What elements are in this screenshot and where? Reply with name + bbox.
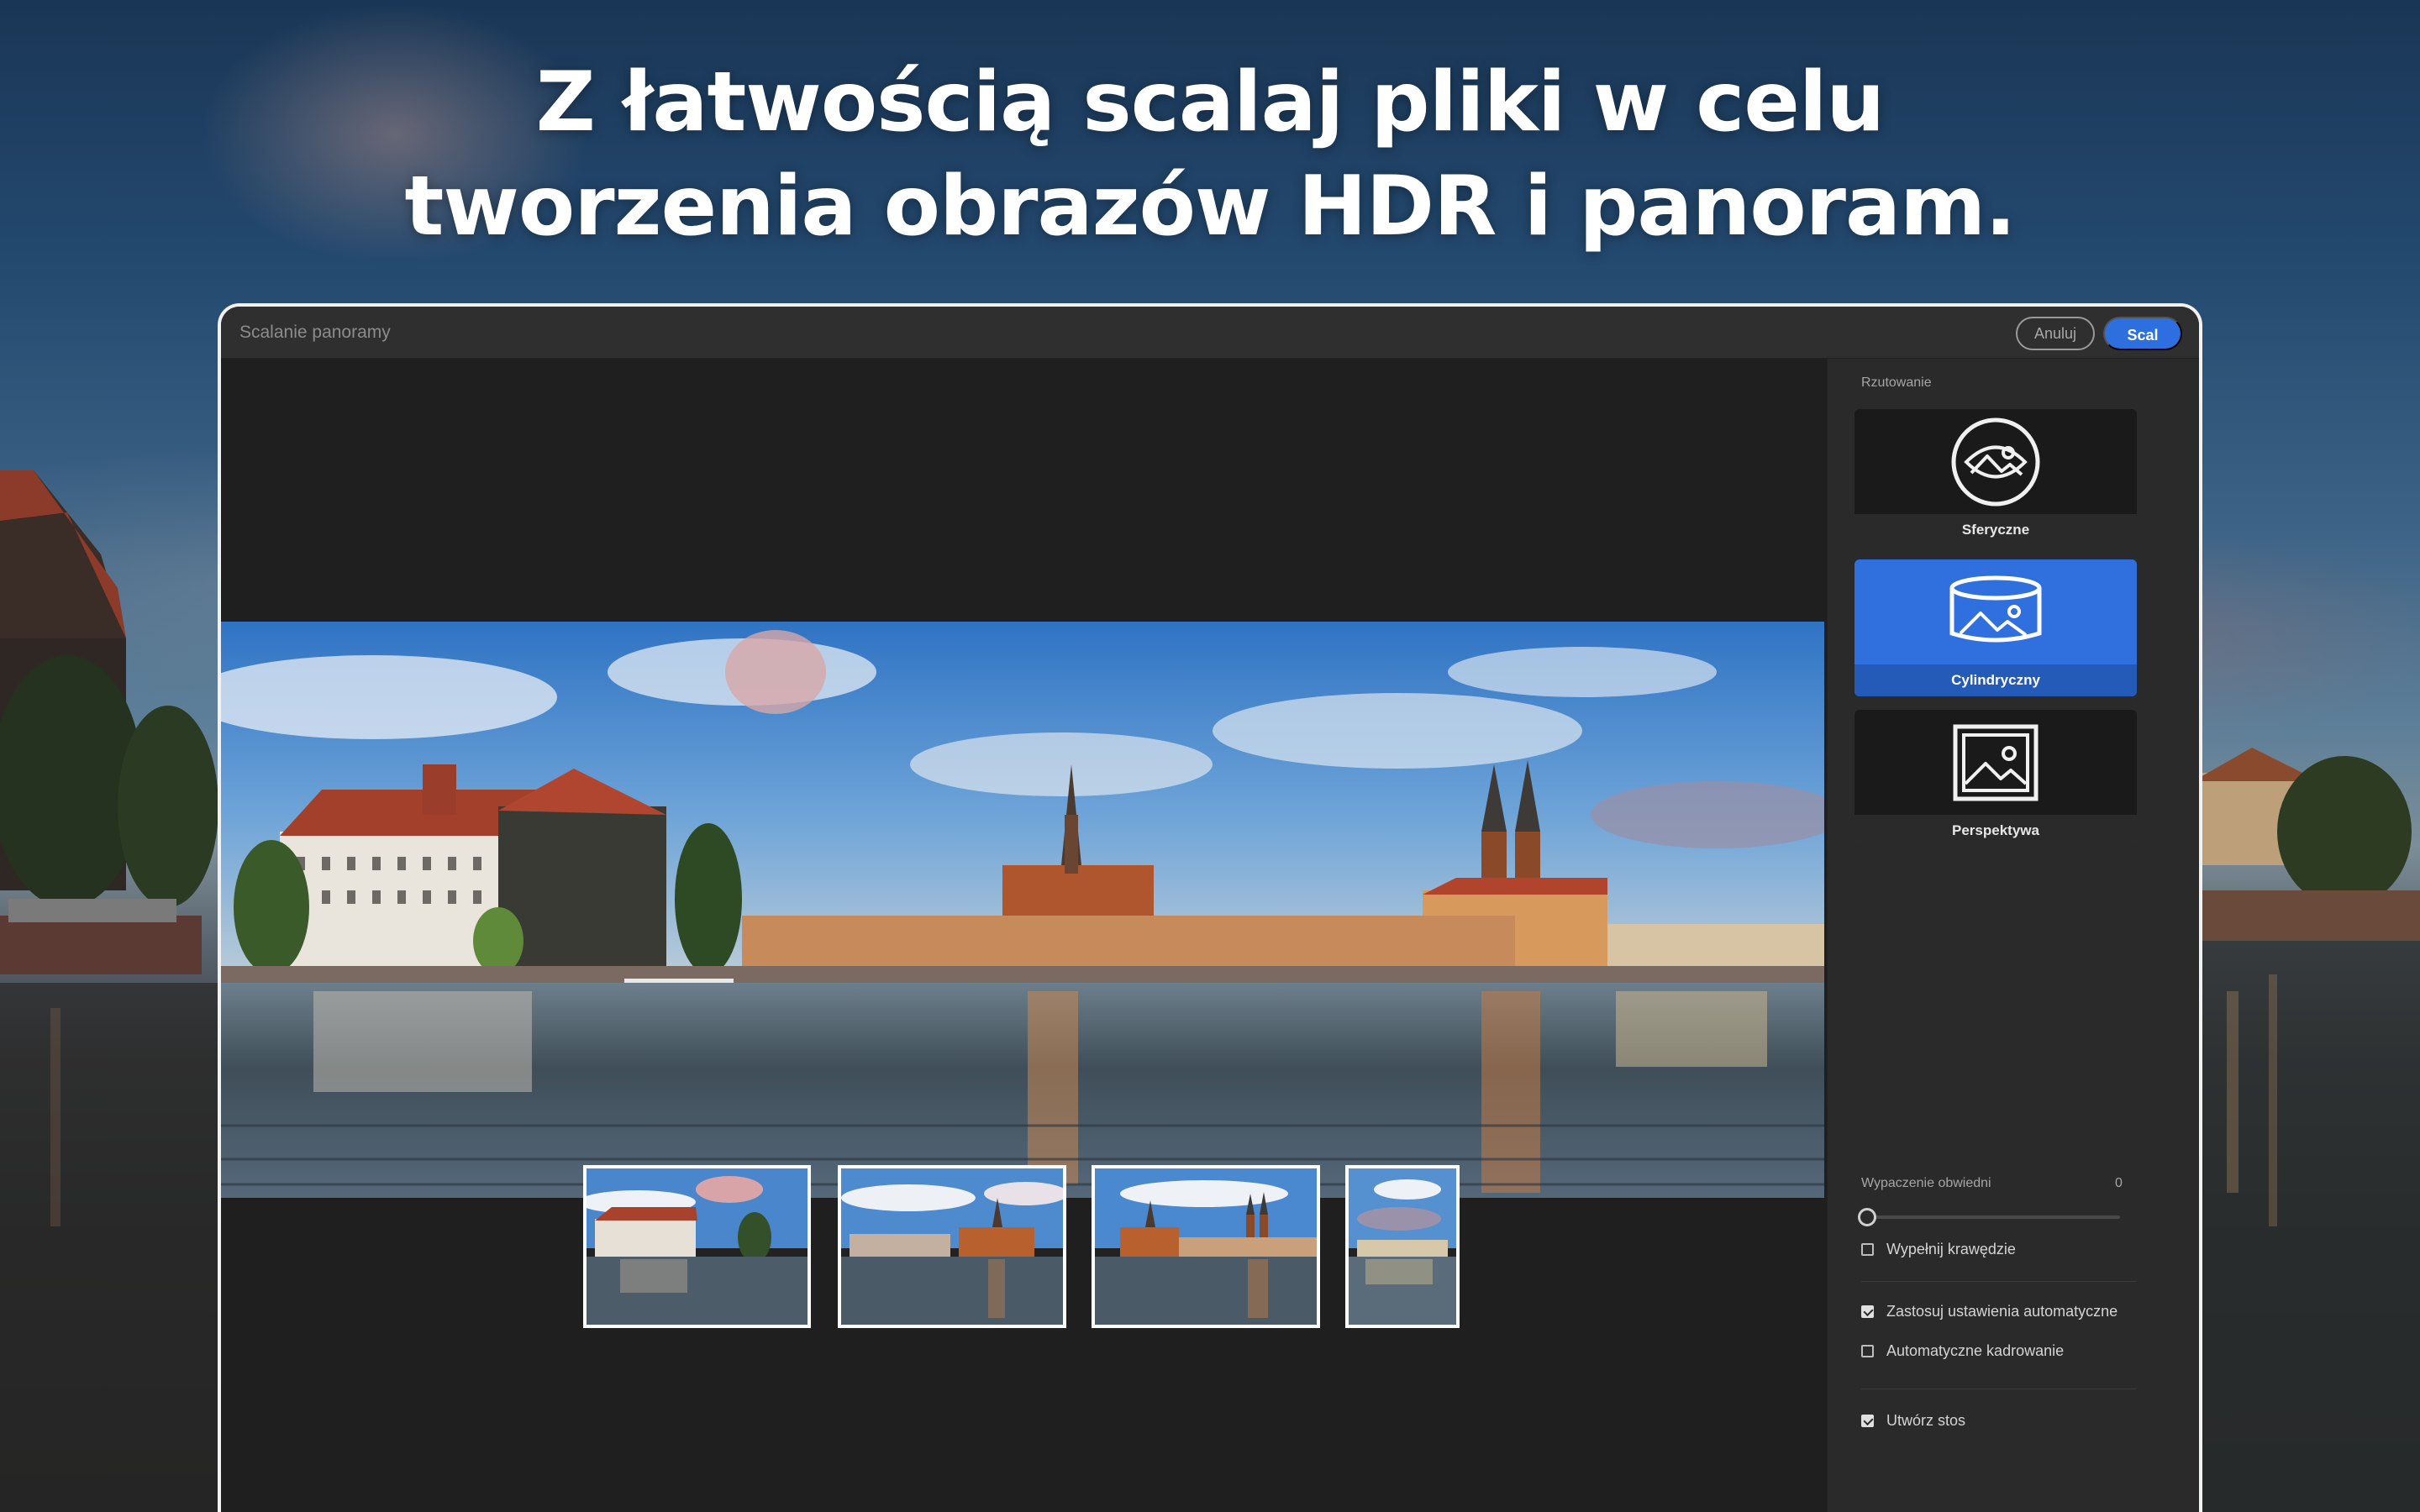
source-image-thumbnail[interactable] [1345,1165,1460,1328]
divider [1861,1281,2137,1282]
projection-perspective-label: Perspektywa [1854,815,2137,847]
auto-settings-label: Zastosuj ustawienia automatyczne [1886,1303,2118,1320]
auto-crop-checkbox[interactable]: Automatyczne kadrowanie [1861,1342,2064,1360]
create-stack-label: Utwórz stos [1886,1412,1966,1429]
headline-line-2: tworzenia obrazów HDR i panoram. [404,159,2017,255]
settings-panel: Rzutowanie Sferyczne Cylindryczny Perspe… [1827,359,2199,1512]
boundary-warp-slider-thumb[interactable] [1858,1208,1876,1226]
thumbnail-image [1349,1168,1456,1325]
projection-section-label: Rzutowanie [1861,375,1932,390]
checkbox-checked-icon [1861,1305,1874,1318]
marketing-headline: Z łatwością scalaj pliki w celu tworzeni… [0,50,2420,259]
dialog-title: Scalanie panoramy [239,323,391,342]
create-stack-checkbox[interactable]: Utwórz stos [1861,1412,1965,1430]
projection-spherical-button[interactable]: Sferyczne [1854,409,2137,546]
source-image-thumbnail[interactable] [1092,1165,1320,1328]
checkbox-unchecked-icon [1861,1243,1874,1256]
spherical-projection-icon [1951,417,2040,506]
perspective-projection-icon [1953,724,2039,801]
boundary-warp-label-text: Wypaczenie obwiedni [1861,1176,1991,1190]
panorama-preview-image [221,622,1824,1198]
projection-perspective-button[interactable]: Perspektywa [1854,710,2137,847]
dialog-titlebar: Scalanie panoramy Anuluj Scal [221,307,2199,359]
boundary-warp-slider-track[interactable] [1861,1215,2120,1219]
thumbnail-image [841,1168,1063,1325]
headline-line-1: Z łatwością scalaj pliki w celu [535,55,1885,150]
fill-edges-label: Wypełnij krawędzie [1886,1241,2016,1257]
checkbox-checked-icon [1861,1415,1874,1427]
panorama-merge-dialog: Scalanie panoramy Anuluj Scal Rzutowanie… [218,303,2202,1512]
preview-canvas [221,359,1827,1512]
source-image-thumbnail[interactable] [583,1165,811,1328]
cylindrical-projection-icon [1949,575,2042,642]
auto-settings-checkbox[interactable]: Zastosuj ustawienia automatyczne [1861,1303,2118,1320]
projection-spherical-label: Sferyczne [1854,514,2137,546]
auto-crop-label: Automatyczne kadrowanie [1886,1342,2065,1359]
cancel-button[interactable]: Anuluj [2016,317,2095,350]
thumbnail-image [587,1168,808,1325]
merge-button[interactable]: Scal [2103,317,2182,350]
projection-cylindrical-label: Cylindryczny [1854,664,2137,696]
fill-edges-checkbox[interactable]: Wypełnij krawędzie [1861,1241,2016,1258]
boundary-warp-value: 0 [2115,1176,2123,1190]
thumbnail-image [1095,1168,1317,1325]
panorama-scene [221,622,1824,1198]
source-image-thumbnail[interactable] [838,1165,1066,1328]
projection-cylindrical-button[interactable]: Cylindryczny [1854,559,2137,696]
checkbox-unchecked-icon [1861,1345,1874,1357]
